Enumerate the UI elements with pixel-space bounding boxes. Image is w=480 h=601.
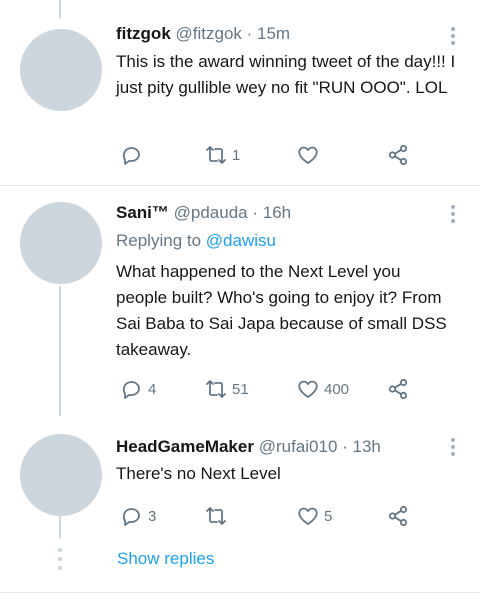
share-button[interactable] (386, 140, 410, 170)
replying-to-label: Replying to (116, 231, 206, 250)
separator: · (241, 24, 258, 43)
reply-button[interactable]: 4 (120, 374, 156, 404)
retweet-count: 1 (232, 146, 241, 164)
replying-to-mention[interactable]: @dawisu (206, 231, 276, 250)
tweet-text: This is the award winning tweet of the d… (116, 52, 456, 97)
avatar[interactable] (20, 434, 102, 516)
tweet-actions: 1 (116, 140, 426, 170)
timestamp[interactable]: 15m (257, 24, 290, 43)
more-icon[interactable] (450, 27, 456, 48)
share-icon (388, 144, 408, 166)
share-icon (388, 505, 408, 527)
retweet-button[interactable]: 1 (204, 140, 240, 170)
like-button[interactable]: 400 (296, 374, 349, 404)
retweet-count: 51 (232, 380, 249, 398)
tweet-actions: 4 51 400 (116, 374, 426, 404)
separator: · (337, 437, 353, 456)
reply-button[interactable]: 3 (120, 501, 156, 531)
author-name[interactable]: HeadGameMaker (116, 437, 254, 456)
tweet-header: Sani™ @pdauda · 16h (116, 203, 291, 223)
share-button[interactable] (386, 374, 410, 404)
tweet-header: HeadGameMaker @rufai010 · 13h (116, 437, 381, 457)
author-name[interactable]: fitzgok (116, 24, 171, 43)
tweet-header: fitzgok @fitzgok · 15m (116, 24, 290, 44)
like-button[interactable]: 5 (296, 501, 332, 531)
heart-icon (298, 380, 318, 398)
timestamp[interactable]: 16h (263, 203, 291, 222)
like-button[interactable] (296, 140, 324, 170)
more-icon[interactable] (450, 438, 456, 459)
show-replies-link[interactable]: Show replies (117, 549, 214, 569)
tweet-actions: 3 5 (116, 501, 426, 531)
share-icon (388, 378, 408, 400)
reply-count: 4 (148, 380, 157, 398)
author-name[interactable]: Sani™ (116, 203, 169, 222)
retweet-button[interactable] (204, 501, 232, 531)
share-button[interactable] (386, 501, 410, 531)
thread-dots (58, 548, 62, 575)
retweet-icon (206, 507, 226, 525)
tweet[interactable]: fitzgok @fitzgok · 15m This is the award… (0, 0, 480, 185)
author-handle[interactable]: @fitzgok (176, 24, 242, 43)
retweet-button[interactable]: 51 (204, 374, 249, 404)
reply-button[interactable] (120, 140, 148, 170)
reply-count: 3 (148, 507, 157, 525)
reply-icon (122, 381, 140, 399)
heart-icon (298, 507, 318, 525)
reply-icon (122, 147, 140, 165)
replying-to: Replying to @dawisu (116, 231, 276, 251)
tweet-text: What happened to the Next Level you peop… (116, 262, 447, 359)
like-count: 400 (324, 380, 350, 398)
reply-icon (122, 508, 140, 526)
retweet-icon (206, 380, 226, 398)
heart-icon (298, 146, 318, 164)
avatar[interactable] (20, 29, 102, 111)
separator: · (247, 203, 263, 222)
tweet-text: There's no Next Level (116, 464, 281, 483)
timestamp[interactable]: 13h (353, 437, 381, 456)
more-icon[interactable] (450, 205, 456, 226)
author-handle[interactable]: @pdauda (174, 203, 248, 222)
author-handle[interactable]: @rufai010 (259, 437, 338, 456)
avatar[interactable] (20, 202, 102, 284)
tweet[interactable]: HeadGameMaker @rufai010 · 13h There's no… (0, 426, 480, 546)
tweet[interactable]: Sani™ @pdauda · 16h Replying to @dawisu … (0, 186, 480, 426)
like-count: 5 (324, 507, 333, 525)
bottom-divider (0, 592, 480, 593)
retweet-icon (206, 146, 226, 164)
